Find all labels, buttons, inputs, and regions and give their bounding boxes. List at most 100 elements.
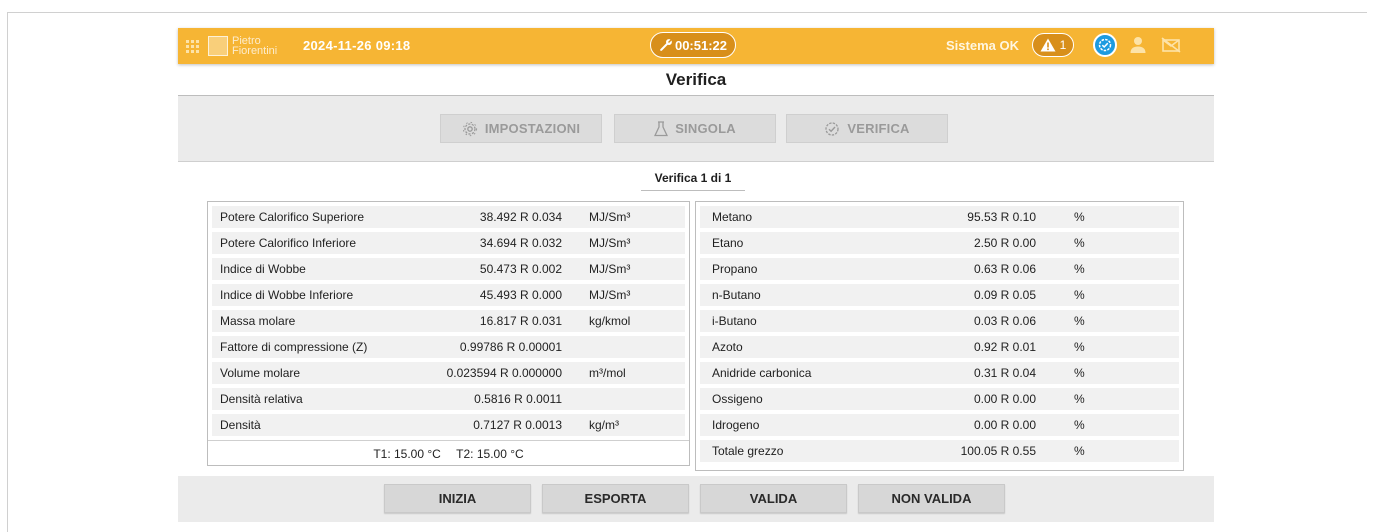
table-row: Potere Calorifico Superiore 38.492 R 0.03…: [212, 206, 685, 228]
session-timer: 00:51:22: [650, 32, 736, 58]
user-icon[interactable]: [1129, 35, 1147, 55]
component-unit: %: [1074, 236, 1085, 250]
validate-button[interactable]: VALIDA: [700, 484, 847, 513]
flask-icon: [654, 120, 669, 136]
property-value: 50.473 R 0.002: [479, 262, 562, 276]
logo-mark-icon: [208, 36, 228, 56]
tab-singola[interactable]: SINGOLA: [614, 114, 776, 143]
property-value: 0.99786 R 0.00001: [459, 340, 562, 354]
property-value: 0.7127 R 0.0013: [473, 418, 562, 432]
property-value: 38.492 R 0.034: [479, 210, 562, 224]
alarm-count: 1: [1059, 38, 1067, 52]
check-badge-icon[interactable]: [1093, 33, 1117, 57]
property-value: 0.5816 R 0.0011: [474, 392, 562, 406]
component-unit: %: [1074, 210, 1085, 224]
table-row: Fattore di compressione (Z) 0.99786 R 0.0…: [212, 336, 685, 358]
property-value: 34.694 R 0.032: [479, 236, 562, 250]
app-container: Pietro Fiorentini 2024-11-26 09:18 00:51…: [178, 28, 1214, 528]
property-unit: kg/m³: [589, 418, 619, 432]
page-title: Verifica: [178, 64, 1214, 96]
component-value: 0.09 R 0.05: [973, 288, 1036, 302]
property-label: Massa molare: [220, 314, 296, 328]
component-unit: %: [1074, 444, 1085, 458]
composition-panel: Metano 95.53 R 0.10% Etano 2.50 R 0.00% Pr…: [695, 201, 1184, 471]
component-value: 0.31 R 0.04: [973, 366, 1036, 380]
property-label: Potere Calorifico Inferiore: [220, 236, 357, 250]
table-row: Idrogeno 0.00 R 0.00%: [700, 414, 1179, 436]
component-unit: %: [1074, 262, 1085, 276]
properties-panel: Potere Calorifico Superiore 38.492 R 0.03…: [207, 201, 690, 466]
table-row: Etano 2.50 R 0.00%: [700, 232, 1179, 254]
action-bar: INIZIA ESPORTA VALIDA NON VALIDA: [178, 476, 1214, 522]
component-value: 0.92 R 0.01: [973, 340, 1036, 354]
start-button[interactable]: INIZIA: [384, 484, 531, 513]
component-value: 0.63 R 0.06: [973, 262, 1036, 276]
component-value: 95.53 R 0.10: [967, 210, 1036, 224]
mail-off-icon[interactable]: [1161, 37, 1181, 53]
component-label: Azoto: [712, 340, 743, 354]
property-unit: MJ/Sm³: [589, 262, 631, 276]
tab-impostazioni[interactable]: IMPOSTAZIONI: [440, 114, 602, 143]
brand-line2: Fiorentini: [232, 45, 278, 57]
apps-grid-icon[interactable]: [186, 40, 199, 53]
system-status: Sistema OK: [946, 38, 1019, 53]
component-label: Ossigeno: [712, 392, 763, 406]
table-row: Azoto 0.92 R 0.01%: [700, 336, 1179, 358]
tab-impostazioni-label: IMPOSTAZIONI: [484, 121, 581, 136]
property-unit: m³/mol: [589, 366, 626, 380]
table-row: Densità relativa 0.5816 R 0.0011: [212, 388, 685, 410]
tab-verifica-label: VERIFICA: [847, 121, 910, 136]
temperature-t2: T2: 15.00 °C: [456, 447, 524, 461]
component-unit: %: [1074, 366, 1085, 380]
property-label: Densità relativa: [220, 392, 303, 406]
table-row: Indice di Wobbe 50.473 R 0.002 MJ/Sm³: [212, 258, 685, 280]
component-value: 0.03 R 0.06: [973, 314, 1036, 328]
component-value: 0.00 R 0.00: [973, 418, 1036, 432]
property-label: Potere Calorifico Superiore: [220, 210, 365, 224]
verified-icon: [1098, 38, 1112, 52]
property-label: Indice di Wobbe: [220, 262, 306, 276]
property-value: 45.493 R 0.000: [479, 288, 562, 302]
tab-verifica[interactable]: VERIFICA: [786, 114, 948, 143]
table-row-total: Totale grezzo 100.05 R 0.55%: [700, 440, 1179, 462]
property-label: Volume molare: [220, 366, 301, 380]
table-row: Metano 95.53 R 0.10%: [700, 206, 1179, 228]
component-label: Anidride carbonica: [712, 366, 812, 380]
timer-value: 00:51:22: [674, 37, 728, 53]
component-label: i-Butano: [712, 314, 757, 328]
property-label: Fattore di compressione (Z): [220, 340, 368, 354]
component-unit: %: [1074, 418, 1085, 432]
table-row: Anidride carbonica 0.31 R 0.04%: [700, 362, 1179, 384]
component-label: Propano: [712, 262, 758, 276]
table-row: Potere Calorifico Inferiore 34.694 R 0.03…: [212, 232, 685, 254]
property-value: 0.023594 R 0.000000: [446, 366, 562, 380]
table-row: Ossigeno 0.00 R 0.00%: [700, 388, 1179, 410]
property-unit: kg/kmol: [589, 314, 631, 328]
component-label: n-Butano: [712, 288, 761, 302]
table-row: Densità 0.7127 R 0.0013 kg/m³: [212, 414, 685, 436]
component-unit: %: [1074, 340, 1085, 354]
component-label: Etano: [712, 236, 744, 250]
brand-logo: Pietro Fiorentini: [208, 34, 277, 58]
table-row: Volume molare 0.023594 R 0.000000 m³/mol: [212, 362, 685, 384]
wrench-icon: [660, 39, 672, 51]
temperatures-row: T1: 15.00 °C T2: 15.00 °C: [208, 440, 689, 467]
component-value: 2.50 R 0.00: [973, 236, 1036, 250]
component-value: 100.05 R 0.55: [960, 444, 1036, 458]
component-unit: %: [1074, 392, 1085, 406]
tabs-bar: IMPOSTAZIONI SINGOLA VERIFICA: [178, 96, 1214, 162]
tab-singola-label: SINGOLA: [675, 121, 736, 136]
export-button[interactable]: ESPORTA: [542, 484, 689, 513]
component-value: 0.00 R 0.00: [973, 392, 1036, 406]
component-unit: %: [1074, 288, 1085, 302]
top-bar: Pietro Fiorentini 2024-11-26 09:18 00:51…: [178, 28, 1214, 64]
invalidate-button[interactable]: NON VALIDA: [858, 484, 1005, 513]
current-datetime: 2024-11-26 09:18: [303, 38, 411, 53]
alarm-badge[interactable]: 1: [1032, 33, 1074, 57]
property-label: Indice di Wobbe Inferiore: [220, 288, 354, 302]
component-label: Idrogeno: [712, 418, 760, 432]
table-row: Indice di Wobbe Inferiore 45.493 R 0.000 M…: [212, 284, 685, 306]
table-row: i-Butano 0.03 R 0.06%: [700, 310, 1179, 332]
property-unit: MJ/Sm³: [589, 236, 631, 250]
table-row: Massa molare 16.817 R 0.031 kg/kmol: [212, 310, 685, 332]
